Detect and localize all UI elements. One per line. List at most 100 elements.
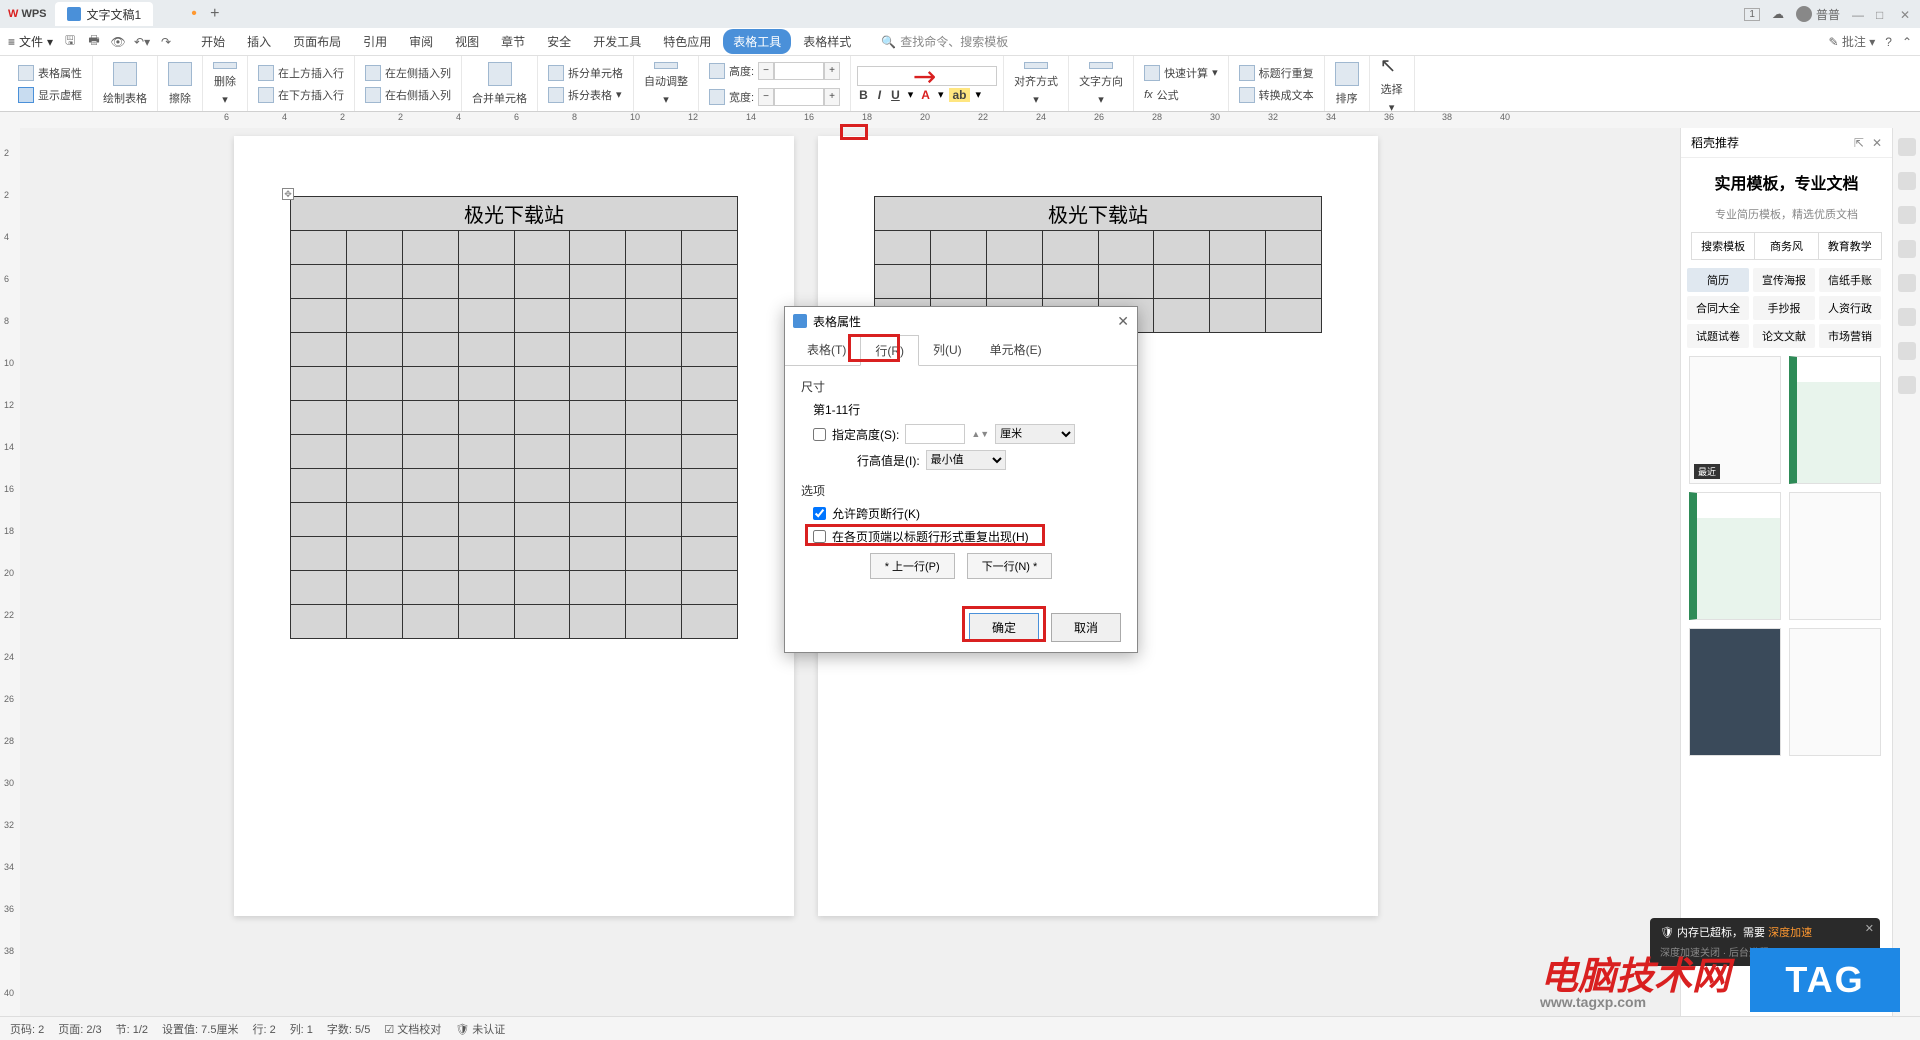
cat-paper[interactable]: 论文文献	[1753, 324, 1815, 348]
qat-preview-icon[interactable]: 👁	[109, 33, 127, 51]
height-decrease[interactable]: −	[758, 62, 774, 80]
text-direction-button[interactable]: 文字方向▾	[1075, 60, 1127, 108]
panel-tab-education[interactable]: 教育教学	[1819, 233, 1881, 259]
status-words[interactable]: 字数: 5/5	[327, 1021, 370, 1037]
cloud-icon[interactable]: ☁	[1772, 7, 1784, 21]
horizontal-ruler[interactable]: 642246810121416182022242628303234363840	[0, 112, 1920, 128]
width-increase[interactable]: +	[824, 88, 840, 106]
height-increase[interactable]: +	[824, 62, 840, 80]
cat-letter[interactable]: 信纸手账	[1819, 268, 1881, 292]
draw-table-button[interactable]: 绘制表格	[99, 60, 151, 108]
split-cell-button[interactable]: 拆分单元格	[544, 63, 627, 83]
header-repeat-button[interactable]: 标题行重复	[1235, 63, 1318, 83]
menutab-security[interactable]: 安全	[537, 29, 581, 54]
menutab-special[interactable]: 特色应用	[653, 29, 721, 54]
table-move-handle[interactable]: ✥	[282, 188, 294, 200]
panel-pop-icon[interactable]: ⇱	[1854, 136, 1864, 150]
status-page[interactable]: 页面: 2/3	[58, 1021, 101, 1037]
next-row-button[interactable]: 下一行(N) *	[967, 553, 1053, 579]
delete-button[interactable]: 删除▾	[209, 60, 241, 108]
insert-above-button[interactable]: 在上方插入行	[254, 63, 348, 83]
file-menu[interactable]: ≡ 文件 ▾	[8, 33, 53, 50]
insert-below-button[interactable]: 在下方插入行	[254, 85, 348, 105]
italic-button[interactable]: I	[876, 88, 883, 102]
bold-button[interactable]: B	[857, 88, 870, 102]
insert-left-button[interactable]: 在左侧插入列	[361, 63, 455, 83]
to-text-button[interactable]: 转换成文本	[1235, 85, 1318, 105]
table-title[interactable]: 极光下载站	[875, 197, 1322, 231]
qat-redo-icon[interactable]: ↷	[157, 33, 175, 51]
menutab-sections[interactable]: 章节	[491, 29, 535, 54]
qat-save-icon[interactable]: 🖫	[61, 33, 79, 51]
cat-handcopy[interactable]: 手抄报	[1753, 296, 1815, 320]
cat-resume[interactable]: 简历	[1687, 268, 1749, 292]
table-properties-button[interactable]: 表格属性	[14, 63, 86, 83]
prev-row-button[interactable]: * 上一行(P)	[870, 553, 955, 579]
template-item[interactable]	[1689, 628, 1781, 756]
insert-right-button[interactable]: 在右侧插入列	[361, 85, 455, 105]
allow-break-checkbox[interactable]	[813, 507, 826, 520]
maximize-button[interactable]: □	[1876, 8, 1888, 20]
user-avatar[interactable]: 普普	[1796, 6, 1840, 23]
height-input[interactable]	[774, 62, 824, 80]
autofit-button[interactable]: 自动调整▾	[640, 60, 692, 108]
cat-exam[interactable]: 试题试卷	[1687, 324, 1749, 348]
document-page-1[interactable]: ✥ 极光下载站	[234, 136, 794, 916]
dialog-close-button[interactable]: ✕	[1117, 313, 1129, 330]
highlight-button[interactable]: ab	[949, 88, 969, 102]
menutab-review[interactable]: 审阅	[399, 29, 443, 54]
menutab-developer[interactable]: 开发工具	[583, 29, 651, 54]
minimize-button[interactable]: —	[1852, 8, 1864, 20]
cat-hr[interactable]: 人资行政	[1819, 296, 1881, 320]
qat-undo-icon[interactable]: ↶▾	[133, 33, 151, 51]
menutab-insert[interactable]: 插入	[237, 29, 281, 54]
underline-button[interactable]: U	[889, 88, 902, 102]
template-item[interactable]	[1789, 492, 1881, 620]
tool-shape-icon[interactable]	[1898, 274, 1916, 292]
new-tab-button[interactable]: +	[205, 5, 225, 23]
unit-select[interactable]: 厘米	[995, 424, 1075, 444]
status-unauth[interactable]: 🛡 未认证	[455, 1021, 505, 1037]
status-section[interactable]: 节: 1/2	[116, 1021, 148, 1037]
vertical-ruler[interactable]: 2246810121416182022242628303234363840	[0, 128, 20, 1016]
status-col[interactable]: 列: 1	[290, 1021, 313, 1037]
select-button[interactable]: ↖选择▾	[1376, 60, 1408, 108]
close-button[interactable]: ✕	[1900, 8, 1912, 20]
status-doccheck[interactable]: ☑ 文档校对	[384, 1021, 441, 1037]
notif-close-icon[interactable]: ✕	[1865, 922, 1874, 935]
merge-cells-button[interactable]: 合并单元格	[468, 60, 531, 108]
table-title[interactable]: 极光下载站	[291, 197, 738, 231]
status-position[interactable]: 设置值: 7.5厘米	[162, 1021, 238, 1037]
menutab-view[interactable]: 视图	[445, 29, 489, 54]
approve-button[interactable]: ✎ 批注 ▾	[1828, 33, 1875, 50]
template-item[interactable]	[1789, 628, 1881, 756]
tool-clock-icon[interactable]	[1898, 308, 1916, 326]
split-table-button[interactable]: 拆分表格▾	[544, 85, 627, 105]
tool-pen-icon[interactable]	[1898, 172, 1916, 190]
spec-height-input[interactable]	[905, 424, 965, 444]
panel-close-icon[interactable]: ✕	[1872, 136, 1882, 150]
status-row[interactable]: 行: 2	[252, 1021, 275, 1037]
dialog-tab-cell[interactable]: 单元格(E)	[976, 335, 1056, 365]
document-tab[interactable]: 文字文稿1	[55, 2, 154, 26]
dialog-tab-column[interactable]: 列(U)	[919, 335, 976, 365]
ok-button[interactable]: 确定	[969, 613, 1039, 642]
tool-highlight-icon[interactable]	[1898, 240, 1916, 258]
row-height-select[interactable]: 最小值	[926, 450, 1006, 470]
menutab-table-tools[interactable]: 表格工具	[723, 29, 791, 54]
align-button[interactable]: 对齐方式▾	[1010, 60, 1062, 108]
template-item[interactable]: 最近	[1689, 356, 1781, 484]
width-input[interactable]	[774, 88, 824, 106]
show-frame-button[interactable]: 显示虚框	[14, 85, 86, 105]
menutab-table-style[interactable]: 表格样式	[793, 29, 861, 54]
repeat-header-checkbox[interactable]	[813, 530, 826, 543]
collapse-ribbon-icon[interactable]: ⌃	[1902, 35, 1912, 49]
formula-button[interactable]: fx 公式	[1140, 85, 1222, 105]
spec-height-checkbox[interactable]	[813, 428, 826, 441]
menutab-references[interactable]: 引用	[353, 29, 397, 54]
tool-gear-icon[interactable]	[1898, 376, 1916, 394]
template-item[interactable]	[1689, 492, 1781, 620]
document-table-1[interactable]: 极光下载站	[290, 196, 738, 639]
badge-icon[interactable]: 1	[1744, 8, 1760, 21]
qat-print-icon[interactable]: 🖶	[85, 33, 103, 51]
